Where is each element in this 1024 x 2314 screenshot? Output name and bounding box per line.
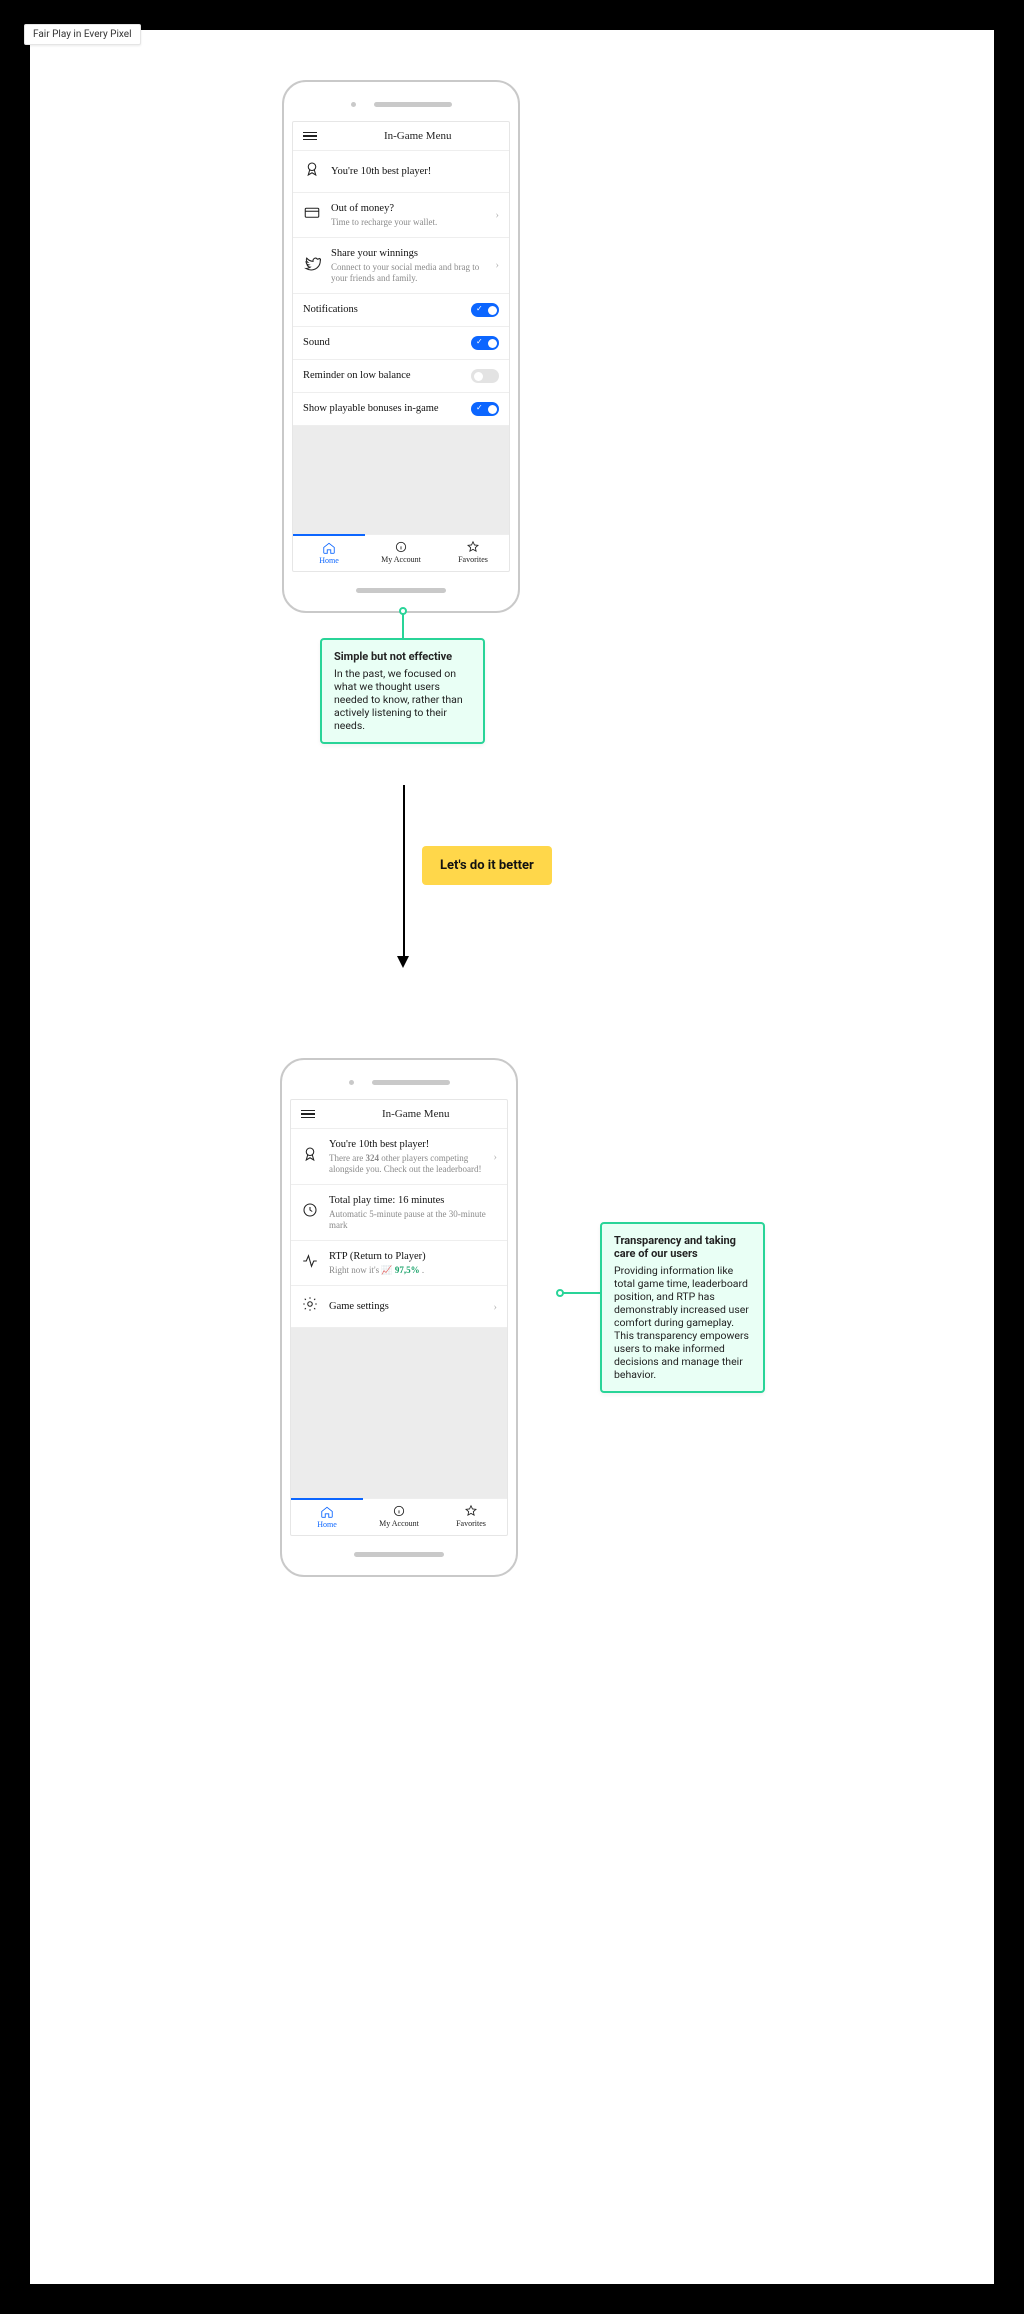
info-icon — [394, 540, 408, 554]
chevron-right-icon: › — [495, 259, 499, 271]
playtime-title: Total play time: 16 minutes — [329, 1194, 497, 1208]
rank-title: You're 10th best player! — [329, 1138, 483, 1152]
callout-after-title: Transparency and taking care of our user… — [614, 1234, 751, 1260]
home-icon — [320, 1505, 334, 1519]
phone-screen: In-Game Menu You're 10th best player! Th… — [290, 1099, 508, 1536]
tab-home[interactable]: Home — [291, 1498, 363, 1535]
phone-speaker-bar — [372, 1080, 450, 1085]
chevron-right-icon: › — [493, 1151, 497, 1163]
reminder-toggle-row: Reminder on low balance — [293, 360, 509, 393]
badge-icon — [301, 1145, 319, 1168]
notifications-toggle[interactable] — [471, 303, 499, 317]
notifications-toggle-row: Notifications — [293, 294, 509, 327]
clock-icon — [301, 1201, 319, 1224]
tab-account-label: My Account — [379, 1519, 419, 1528]
design-canvas: Fair Play in Every Pixel In-Game Menu Yo… — [30, 30, 994, 2284]
tab-home-label: Home — [317, 1520, 337, 1529]
callout-before-title: Simple but not effective — [334, 650, 471, 663]
callout-after: Transparency and taking care of our user… — [600, 1222, 765, 1393]
chevron-right-icon: › — [495, 209, 499, 221]
chevron-right-icon: › — [493, 1301, 497, 1313]
bonuses-toggle[interactable] — [471, 402, 499, 416]
phone-speaker-bar — [374, 102, 452, 107]
tab-favorites-label: Favorites — [456, 1519, 486, 1528]
phone-notch — [290, 1068, 508, 1099]
star-icon — [466, 540, 480, 554]
wallet-sub: Time to recharge your wallet. — [331, 217, 485, 228]
badge-icon — [303, 160, 321, 183]
tab-account[interactable]: My Account — [365, 535, 437, 571]
playtime-sub: Automatic 5-minute pause at the 30-minut… — [329, 1209, 497, 1232]
tab-account[interactable]: My Account — [363, 1499, 435, 1535]
app-titlebar: In-Game Menu — [293, 122, 509, 151]
sound-toggle[interactable] — [471, 336, 499, 350]
bird-icon — [303, 254, 321, 277]
rank-sub: There are 324 other players competing al… — [329, 1153, 483, 1176]
home-icon — [322, 541, 336, 555]
tab-home[interactable]: Home — [293, 534, 365, 571]
tab-bar: Home My Account Favorites — [291, 1498, 507, 1535]
reminder-toggle[interactable] — [471, 369, 499, 383]
reminder-label: Reminder on low balance — [303, 369, 461, 383]
phone-notch — [292, 90, 510, 121]
phone-screen: In-Game Menu You're 10th best player! Ou… — [292, 121, 510, 572]
tab-bar: Home My Account Favorites — [293, 534, 509, 571]
callout-connector — [560, 1292, 600, 1294]
share-row[interactable]: Share your winnings Connect to your soci… — [293, 238, 509, 294]
flow-arrow-head — [397, 956, 409, 968]
notifications-label: Notifications — [303, 303, 461, 317]
sound-toggle-row: Sound — [293, 327, 509, 360]
trend-up-icon: 📈 — [381, 1265, 394, 1275]
empty-area — [291, 1328, 507, 1498]
empty-area — [293, 426, 509, 534]
tab-favorites[interactable]: Favorites — [437, 535, 509, 571]
phone-camera-dot — [351, 102, 356, 107]
activity-icon — [301, 1252, 319, 1275]
info-icon — [392, 1504, 406, 1518]
rank-row[interactable]: You're 10th best player! There are 324 o… — [291, 1129, 507, 1185]
callout-before-body: In the past, we focused on what we thoug… — [334, 667, 471, 732]
phone-mock-after: In-Game Menu You're 10th best player! Th… — [280, 1058, 518, 1577]
tab-account-label: My Account — [381, 555, 421, 564]
share-sub: Connect to your social media and brag to… — [331, 262, 485, 285]
phone-camera-dot — [349, 1080, 354, 1085]
playtime-row[interactable]: Total play time: 16 minutes Automatic 5-… — [291, 1185, 507, 1241]
sound-label: Sound — [303, 336, 461, 350]
tab-home-label: Home — [319, 556, 339, 565]
hamburger-icon[interactable] — [301, 1110, 315, 1119]
bonuses-label: Show playable bonuses in-game — [303, 402, 461, 416]
card-icon — [303, 203, 321, 226]
tab-favorites-label: Favorites — [458, 555, 488, 564]
bonuses-toggle-row: Show playable bonuses in-game — [293, 393, 509, 426]
hamburger-icon[interactable] — [303, 132, 317, 141]
callout-after-body: Providing information like total game ti… — [614, 1264, 751, 1381]
screen-title: In-Game Menu — [382, 1108, 450, 1120]
phone-home-indicator — [292, 572, 510, 603]
rank-text: You're 10th best player! — [331, 165, 499, 179]
cta-label: Let's do it better — [422, 846, 552, 885]
rank-row[interactable]: You're 10th best player! — [293, 151, 509, 193]
rtp-value: 97,5% — [395, 1265, 420, 1275]
phone-mock-before: In-Game Menu You're 10th best player! Ou… — [282, 80, 520, 613]
callout-before: Simple but not effective In the past, we… — [320, 638, 485, 744]
screen-title: In-Game Menu — [384, 130, 452, 142]
game-settings-row[interactable]: Game settings › — [291, 1286, 507, 1328]
gear-icon — [301, 1295, 319, 1318]
star-icon — [464, 1504, 478, 1518]
app-titlebar: In-Game Menu — [291, 1100, 507, 1129]
wallet-title: Out of money? — [331, 202, 485, 216]
rtp-sub: Right now it's 📈 97,5% . — [329, 1265, 497, 1276]
callout-connector — [402, 611, 404, 638]
wallet-row[interactable]: Out of money? Time to recharge your wall… — [293, 193, 509, 238]
game-settings-label: Game settings — [329, 1300, 483, 1314]
phone-home-indicator — [290, 1536, 508, 1567]
project-tag-chip: Fair Play in Every Pixel — [24, 24, 141, 45]
tab-favorites[interactable]: Favorites — [435, 1499, 507, 1535]
flow-arrow-line — [403, 785, 405, 960]
rtp-row[interactable]: RTP (Return to Player) Right now it's 📈 … — [291, 1241, 507, 1286]
share-title: Share your winnings — [331, 247, 485, 261]
rtp-title: RTP (Return to Player) — [329, 1250, 497, 1264]
